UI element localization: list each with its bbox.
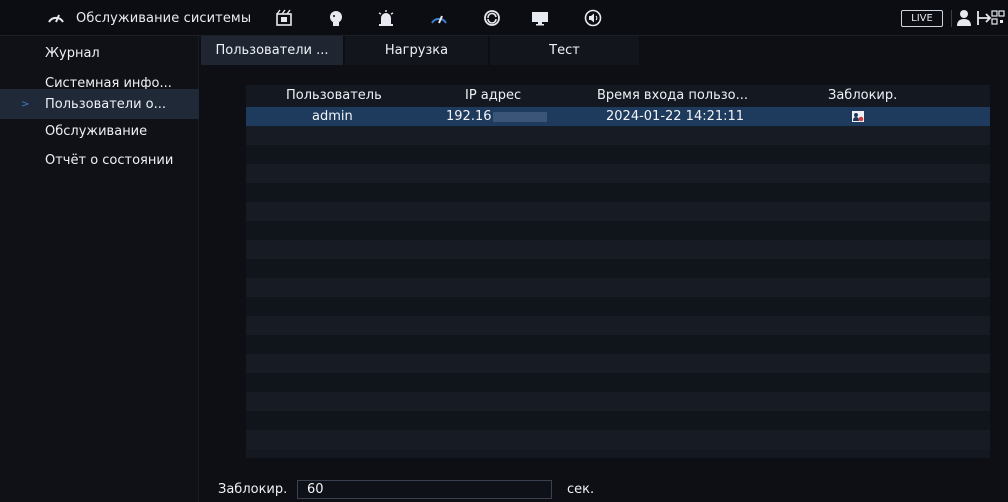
table-row-empty xyxy=(246,278,990,297)
column-header-user[interactable]: Пользователь xyxy=(286,85,382,107)
sync-icon[interactable] xyxy=(482,8,502,28)
block-user-icon[interactable] xyxy=(852,111,864,122)
table-row-empty xyxy=(246,373,990,392)
sidebar-item-online-users[interactable]: > Пользователи о... xyxy=(0,89,199,119)
sidebar-item-label: Пользователи о... xyxy=(45,96,167,112)
cell-ip-text: 192.16 xyxy=(446,109,492,124)
tab-label: Нагрузка xyxy=(384,43,449,58)
film-icon[interactable] xyxy=(274,8,294,28)
alarm-icon[interactable] xyxy=(376,8,396,28)
table-row-empty xyxy=(246,297,990,316)
face-icon[interactable] xyxy=(326,8,346,28)
column-header-login-time[interactable]: Время входа пользо... xyxy=(597,85,748,107)
qr-code-icon[interactable] xyxy=(991,10,1005,26)
lock-duration-unit: сек. xyxy=(567,482,595,497)
app-title-area: Обслуживание сиситемы xyxy=(46,0,251,36)
table-row-empty xyxy=(246,411,990,430)
sidebar-item-label: Отчёт о состоянии xyxy=(45,152,174,168)
chevron-right-icon: > xyxy=(21,98,30,110)
table-row[interactable]: admin 192.16 2024-01-22 14:21:11 xyxy=(246,107,990,126)
table-row-empty xyxy=(246,240,990,259)
table-row-empty xyxy=(246,430,990,449)
table-row-empty xyxy=(246,126,990,145)
table-row-empty xyxy=(246,316,990,335)
lock-duration-label: Заблокир. xyxy=(218,482,288,497)
tab-test[interactable]: Тест xyxy=(490,36,640,65)
column-header-ip[interactable]: IP адрес xyxy=(465,85,521,107)
sidebar-item-log[interactable]: Журнал xyxy=(0,38,199,68)
cell-user: admin xyxy=(312,109,353,124)
monitor-icon[interactable] xyxy=(530,8,550,28)
sidebar-item-label: Журнал xyxy=(45,45,100,61)
tab-load[interactable]: Нагрузка xyxy=(345,36,489,65)
user-icon[interactable] xyxy=(956,9,972,27)
cell-login-time: 2024-01-22 14:21:11 xyxy=(606,109,745,124)
sidebar-item-maintenance[interactable]: Обслуживание xyxy=(0,116,199,146)
users-table: Пользователь IP адрес Время входа пользо… xyxy=(246,85,990,458)
cell-ip: 192.16 xyxy=(446,107,547,126)
page-title: Обслуживание сиситемы xyxy=(76,10,252,26)
table-row-empty xyxy=(246,164,990,183)
tab-bar: Пользователи ... Нагрузка Тест xyxy=(201,36,1008,67)
ip-mask xyxy=(492,111,547,122)
tab-label: Тест xyxy=(549,43,580,58)
sidebar-item-status-report[interactable]: Отчёт о состоянии xyxy=(0,145,199,175)
table-row-empty xyxy=(246,354,990,373)
speedometer-icon[interactable] xyxy=(429,8,449,28)
table-row-empty xyxy=(246,202,990,221)
table-row-empty xyxy=(246,259,990,278)
table-row-empty xyxy=(246,145,990,164)
tab-label: Пользователи ... xyxy=(215,43,329,58)
column-header-blocked[interactable]: Заблокир. xyxy=(828,85,897,107)
speaker-icon[interactable] xyxy=(583,8,603,28)
table-row-empty xyxy=(246,183,990,202)
sidebar-item-label: Обслуживание xyxy=(45,123,148,139)
topbar-divider xyxy=(951,10,952,27)
table-row-empty xyxy=(246,221,990,240)
table-row-empty xyxy=(246,335,990,354)
lock-duration-input[interactable]: 60 xyxy=(297,480,552,499)
table-row-empty xyxy=(246,392,990,411)
tab-users[interactable]: Пользователи ... xyxy=(201,36,344,65)
table-header: Пользователь IP адрес Время входа пользо… xyxy=(246,85,990,107)
gauge-icon xyxy=(48,14,64,23)
sidebar: Журнал Системная инфо... > Пользователи … xyxy=(0,36,199,502)
top-bar: Обслуживание сиситемы LIVE xyxy=(0,0,1008,36)
live-button[interactable]: LIVE xyxy=(901,10,943,27)
